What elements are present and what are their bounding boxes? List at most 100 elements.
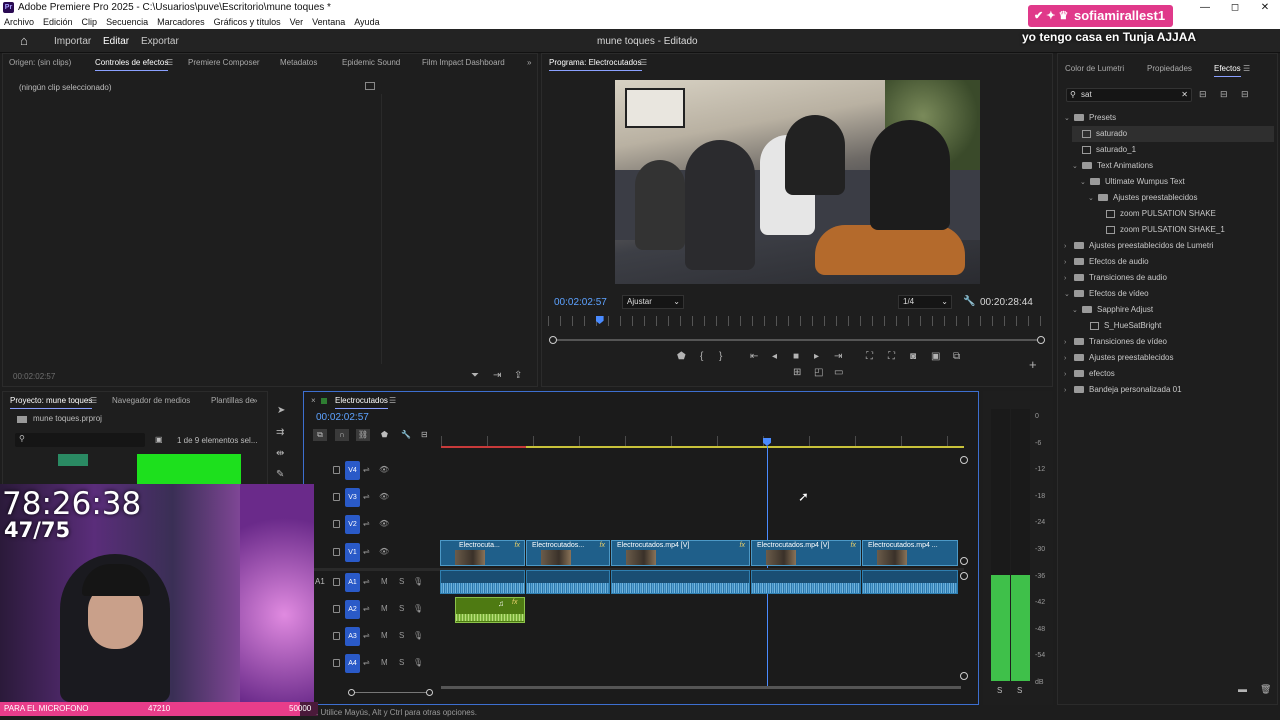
camera-icon[interactable]: ◙ (910, 351, 916, 362)
track-target-a1[interactable]: A1 (345, 573, 360, 592)
effects-tree-item[interactable]: saturado (1072, 126, 1274, 142)
proxy-icon[interactable]: ◰ (814, 367, 823, 378)
header-zoom-bar[interactable] (352, 692, 430, 693)
effects-tree-item[interactable]: › Ajustes preestablecidos de Lumetri (1064, 238, 1274, 254)
filter-icon[interactable]: ⏷ (471, 370, 479, 381)
track-target-v3[interactable]: V3 (345, 488, 360, 507)
track-target-a2[interactable]: A2 (345, 600, 360, 619)
nav-editar[interactable]: Editar (103, 36, 129, 47)
header-zoom-right[interactable] (426, 689, 433, 696)
program-timecode[interactable]: 00:02:02:57 (554, 297, 607, 308)
snap-icon[interactable]: ∩ (335, 429, 349, 441)
chevron-down-icon[interactable]: ⌄ (1072, 159, 1082, 175)
lock-icon[interactable] (333, 659, 340, 667)
effects-tree-item[interactable]: › Transiciones de audio (1064, 270, 1274, 286)
more-tabs-icon[interactable]: » (253, 392, 257, 409)
chevron-right-icon[interactable]: › (1064, 335, 1074, 351)
effects-search-field[interactable]: ⚲ sat ✕ (1066, 88, 1192, 102)
effects-tree-item[interactable]: ⌄ Presets (1064, 110, 1274, 126)
header-zoom-left[interactable] (348, 689, 355, 696)
mute-button[interactable]: M (381, 577, 388, 586)
sync-lock-icon[interactable]: ⇌ (363, 658, 370, 667)
razor-tool-icon[interactable]: ✎ (276, 469, 284, 480)
lock-icon[interactable] (333, 466, 340, 474)
lock-icon[interactable] (333, 493, 340, 501)
ripple-edit-tool-icon[interactable]: ⇹ (276, 448, 284, 459)
tab-epidemic-sound[interactable]: Epidemic Sound (342, 54, 400, 71)
effects-tree-item[interactable]: S_HueSatBright (1080, 318, 1274, 334)
menu-archivo[interactable]: Archivo (4, 15, 34, 29)
export-icon[interactable]: ⇥ (493, 370, 501, 381)
track-select-tool-icon[interactable]: ⇉ (276, 427, 284, 438)
extract-icon[interactable]: ⛶ (888, 351, 895, 362)
menu-ventana[interactable]: Ventana (312, 15, 345, 29)
video-clip[interactable]: Electrocutados... fx (526, 540, 610, 566)
solo-button[interactable]: S (399, 658, 404, 667)
chevron-right-icon[interactable]: › (1064, 351, 1074, 367)
new-search-bin-icon[interactable]: ▣ (155, 435, 163, 444)
accelerated-effects-icon[interactable]: ⊟ (1199, 89, 1207, 100)
chevron-down-icon[interactable]: ⌄ (1064, 111, 1074, 127)
mark-out-icon[interactable]: } (719, 351, 722, 362)
chevron-right-icon[interactable]: › (1064, 383, 1074, 399)
go-to-in-icon[interactable]: ⇤ (750, 351, 758, 362)
effects-tree-item[interactable]: › efectos (1064, 366, 1274, 382)
nav-importar[interactable]: Importar (54, 36, 91, 47)
tab-origen[interactable]: Origen: (sin clips) (9, 54, 71, 71)
lock-icon[interactable] (333, 605, 340, 613)
menu-marcadores[interactable]: Marcadores (157, 15, 205, 29)
effects-tree-item[interactable]: ⌄ Efectos de vídeo (1064, 286, 1274, 302)
eye-icon[interactable]: 👁 (379, 547, 389, 556)
mute-button[interactable]: M (381, 631, 388, 640)
audio-thumbnail[interactable] (58, 454, 88, 466)
timeline-hscroll[interactable] (441, 686, 961, 689)
add-marker-icon[interactable]: ⬟ (381, 430, 388, 439)
chevron-down-icon[interactable]: ⌄ (1088, 191, 1098, 207)
tab-navegador-medios[interactable]: Navegador de medios (112, 392, 190, 409)
video-clip[interactable]: Electrocutados.mp4 [V] fx (611, 540, 750, 566)
step-back-icon[interactable]: ◂ (772, 351, 777, 362)
effects-tree-item[interactable]: ⌄ Ajustes preestablecidos (1088, 190, 1274, 206)
eye-icon[interactable]: 👁 (379, 465, 389, 474)
timeline-menu-icon[interactable]: ☰ (389, 392, 396, 409)
tab-proyecto[interactable]: Proyecto: mune toques (10, 392, 93, 409)
linked-selection-icon[interactable]: ⛓ (356, 429, 370, 441)
effects-menu-icon[interactable]: ☰ (1243, 60, 1250, 77)
menu-graficos[interactable]: Gráficos y títulos (214, 15, 281, 29)
lock-icon[interactable] (333, 632, 340, 640)
program-ruler[interactable] (548, 316, 1044, 326)
nest-toggle-icon[interactable]: ⧉ (313, 429, 327, 441)
multicam-icon[interactable]: ⧉ (953, 351, 960, 362)
sync-lock-icon[interactable]: ⇌ (363, 631, 370, 640)
selection-tool-icon[interactable]: ➤ (277, 405, 285, 416)
solo-button[interactable]: S (399, 577, 404, 586)
effects-tree-item[interactable]: › Transiciones de vídeo (1064, 334, 1274, 350)
track-target-a3[interactable]: A3 (345, 627, 360, 646)
vr-icon[interactable]: ▭ (834, 367, 843, 378)
button-editor-icon[interactable]: + (1029, 357, 1037, 372)
menu-ver[interactable]: Ver (290, 15, 304, 29)
track-target-a4[interactable]: A4 (345, 654, 360, 673)
fit-dropdown[interactable]: Ajustar ⌄ (622, 295, 684, 309)
zoom-handle-right[interactable] (1037, 336, 1045, 344)
sync-lock-icon[interactable]: ⇌ (363, 465, 370, 474)
timeline-vscroll-top[interactable] (960, 456, 968, 464)
effects-tree-item[interactable]: ⌄ Sapphire Adjust (1072, 302, 1274, 318)
panel-toggle-icon[interactable] (365, 82, 375, 90)
timeline-vscroll-a[interactable] (960, 572, 968, 580)
audio-clip[interactable] (526, 570, 610, 594)
nav-exportar[interactable]: Exportar (141, 36, 179, 47)
effects-tree-item[interactable]: saturado_1 (1072, 142, 1274, 158)
microphone-icon[interactable]: 🎙 (413, 577, 423, 586)
track-target-v2[interactable]: V2 (345, 515, 360, 534)
microphone-icon[interactable]: 🎙 (413, 631, 423, 640)
audio-clip[interactable] (751, 570, 861, 594)
sync-lock-icon[interactable]: ⇌ (363, 604, 370, 613)
microphone-icon[interactable]: 🎙 (413, 604, 423, 613)
menu-clip[interactable]: Clip (82, 15, 98, 29)
source-patch-a1[interactable]: A1 (315, 577, 325, 586)
video-clip[interactable]: Electrocutados.mp4 [V] fx (751, 540, 861, 566)
settings-icon[interactable]: ⇪ (514, 370, 522, 381)
audio-clip[interactable] (862, 570, 958, 594)
clear-search-icon[interactable]: ✕ (1181, 89, 1188, 101)
